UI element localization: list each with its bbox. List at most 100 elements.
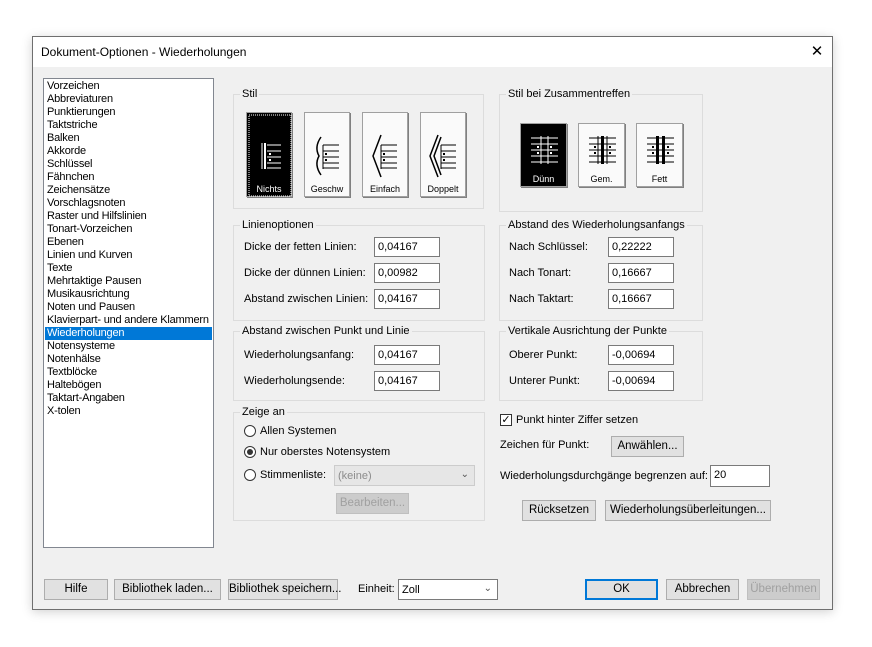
stil-caption-nichts: Nichts [256, 184, 282, 194]
sidebar-item[interactable]: Wiederholungen [45, 327, 212, 340]
sidebar-item[interactable]: Punktierungen [45, 106, 212, 119]
oberer-punkt-label: Oberer Punkt: [509, 349, 578, 361]
stil-button-doppelt[interactable]: Doppelt [420, 112, 466, 197]
stil-caption-doppelt: Doppelt [427, 184, 459, 194]
sidebar-item[interactable]: Abbreviaturen [45, 93, 212, 106]
stil-caption-geschw: Geschw [310, 184, 344, 194]
dialog-window: Dokument-Optionen - Wiederholungen ✕ Vor… [32, 36, 833, 610]
close-button[interactable]: ✕ [804, 39, 830, 65]
abstand-linien-label: Abstand zwischen Linien: [244, 293, 369, 305]
stimmenliste-value: (keine) [338, 470, 372, 482]
duenne-linien-label: Dicke der dünnen Linien: [244, 267, 366, 279]
abbrechen-button[interactable]: Abbrechen [666, 579, 739, 600]
nach-schluessel-field[interactable]: 0,22222 [608, 237, 674, 257]
unterer-punkt-field[interactable]: -0,00694 [608, 371, 674, 391]
sidebar-item[interactable]: Raster und Hilfslinien [45, 210, 212, 223]
sidebar-item[interactable]: Notensysteme [45, 340, 212, 353]
fette-linien-label: Dicke der fetten Linien: [244, 241, 357, 253]
nach-tonart-field[interactable]: 0,16667 [608, 263, 674, 283]
wiederholungsdurchgaenge-label: Wiederholungsdurchgänge begrenzen auf: [500, 470, 708, 482]
duenne-linien-field[interactable]: 0,00982 [374, 263, 440, 283]
sidebar-item[interactable]: Fähnchen [45, 171, 212, 184]
radio-allen-systemen[interactable] [244, 425, 256, 437]
anwaehlen-button[interactable]: Anwählen... [611, 436, 684, 457]
oberstes-notensystem-label[interactable]: Nur oberstes Notensystem [260, 446, 390, 458]
oberer-punkt-field[interactable]: -0,00694 [608, 345, 674, 365]
uebernehmen-button[interactable]: Übernehmen [747, 579, 820, 600]
punkt-hinter-ziffer-label[interactable]: Punkt hinter Ziffer setzen [516, 414, 638, 426]
bibliothek-laden-button[interactable]: Bibliothek laden... [114, 579, 221, 600]
zusammen-caption-fett: Fett [651, 174, 668, 184]
nach-taktart-field[interactable]: 0,16667 [608, 289, 674, 309]
abstand-linien-field[interactable]: 0,04167 [374, 289, 440, 309]
hilfe-button[interactable]: Hilfe [44, 579, 108, 600]
ruecksetzen-button[interactable]: Rücksetzen [522, 500, 596, 521]
zusammen-button-fett[interactable]: Fett [636, 123, 683, 187]
sidebar-item[interactable]: Vorschlagsnoten [45, 197, 212, 210]
wiederholungsende-field[interactable]: 0,04167 [374, 371, 440, 391]
category-list[interactable]: Vorzeichen Abbreviaturen Punktierungen Takt… [43, 78, 214, 548]
sidebar-item[interactable]: Texte [45, 262, 212, 275]
einheit-combo[interactable]: Zoll ⌄ [398, 579, 498, 600]
sidebar-item[interactable]: Musikausrichtung [45, 288, 212, 301]
nach-tonart-label: Nach Tonart: [509, 267, 572, 279]
einheit-label: Einheit: [358, 583, 395, 595]
punkt-hinter-ziffer-checkbox[interactable]: ✓ [500, 414, 512, 426]
sidebar-item[interactable]: Taktart-Angaben [45, 392, 212, 405]
title-bar: Dokument-Optionen - Wiederholungen ✕ [33, 37, 832, 67]
zusammen-caption-gem: Gem. [590, 174, 613, 184]
chevron-down-icon: ⌄ [483, 583, 492, 594]
stil-button-geschw[interactable]: Geschw [304, 112, 350, 197]
sidebar-item[interactable]: Vorzeichen [45, 80, 212, 93]
fette-linien-field[interactable]: 0,04167 [374, 237, 440, 257]
bibliothek-speichern-button[interactable]: Bibliothek speichern... [228, 579, 342, 600]
vertikal-label: Vertikale Ausrichtung der Punkte [506, 325, 669, 337]
sidebar-item[interactable]: Ebenen [45, 236, 212, 249]
linienoptionen-label: Linienoptionen [240, 219, 316, 231]
sidebar-item[interactable]: Noten und Pausen [45, 301, 212, 314]
stil-zusammentreffen-label: Stil bei Zusammentreffen [506, 88, 633, 100]
sidebar-item[interactable]: X-tolen [45, 405, 212, 418]
ok-button[interactable]: OK [585, 579, 658, 600]
sidebar-item[interactable]: Akkorde [45, 145, 212, 158]
stil-group-label: Stil [240, 88, 260, 100]
sidebar-item[interactable]: Textblöcke [45, 366, 212, 379]
sidebar-item[interactable]: Schlüssel [45, 158, 212, 171]
sidebar-item[interactable]: Tonart-Vorzeichen [45, 223, 212, 236]
abstand-punkt-label: Abstand zwischen Punkt und Linie [240, 325, 412, 337]
wiederholungsanfang-field[interactable]: 0,04167 [374, 345, 440, 365]
zeige-an-label: Zeige an [240, 406, 287, 418]
zusammen-button-duenn[interactable]: Dünn [520, 123, 567, 187]
window-title: Dokument-Optionen - Wiederholungen [41, 45, 247, 59]
stimmenliste-label[interactable]: Stimmenliste: [260, 469, 326, 481]
sidebar-item[interactable]: Mehrtaktige Pausen [45, 275, 212, 288]
sidebar-item[interactable]: Balken [45, 132, 212, 145]
sidebar-item[interactable]: Zeichensätze [45, 184, 212, 197]
sidebar-item[interactable]: Linien und Kurven [45, 249, 212, 262]
radio-stimmenliste[interactable] [244, 469, 256, 481]
zusammen-caption-duenn: Dünn [532, 174, 555, 184]
unterer-punkt-label: Unterer Punkt: [509, 375, 580, 387]
abstand-anfang-label: Abstand des Wiederholungsanfangs [506, 219, 687, 231]
wiederholungsdurchgaenge-field[interactable]: 20 [710, 465, 770, 487]
wiederholungsende-label: Wiederholungsende: [244, 375, 345, 387]
einheit-value: Zoll [402, 584, 420, 596]
nach-schluessel-label: Nach Schlüssel: [509, 241, 588, 253]
sidebar-item[interactable]: Haltebögen [45, 379, 212, 392]
wiederholungsueberleitungen-button[interactable]: Wiederholungsüberleitungen... [605, 500, 771, 521]
abstand-punkt-group: Abstand zwischen Punkt und Linie [233, 325, 485, 401]
sidebar-item[interactable]: Klavierpart- und andere Klammern [45, 314, 212, 327]
bearbeiten-button[interactable]: Bearbeiten... [336, 493, 409, 514]
sidebar-item[interactable]: Taktstriche [45, 119, 212, 132]
zeichen-fuer-punkt-label: Zeichen für Punkt: [500, 439, 590, 451]
zusammen-button-gem[interactable]: Gem. [578, 123, 625, 187]
allen-systemen-label[interactable]: Allen Systemen [260, 425, 336, 437]
stil-caption-einfach: Einfach [369, 184, 401, 194]
radio-oberstes-notensystem[interactable] [244, 446, 256, 458]
stil-button-einfach[interactable]: Einfach [362, 112, 408, 197]
sidebar-item[interactable]: Notenhälse [45, 353, 212, 366]
chevron-down-icon: ⌄ [460, 469, 469, 480]
wiederholungsanfang-label: Wiederholungsanfang: [244, 349, 355, 361]
stil-button-nichts[interactable]: Nichts [246, 112, 292, 197]
stimmenliste-combo[interactable]: (keine) ⌄ [334, 465, 475, 486]
